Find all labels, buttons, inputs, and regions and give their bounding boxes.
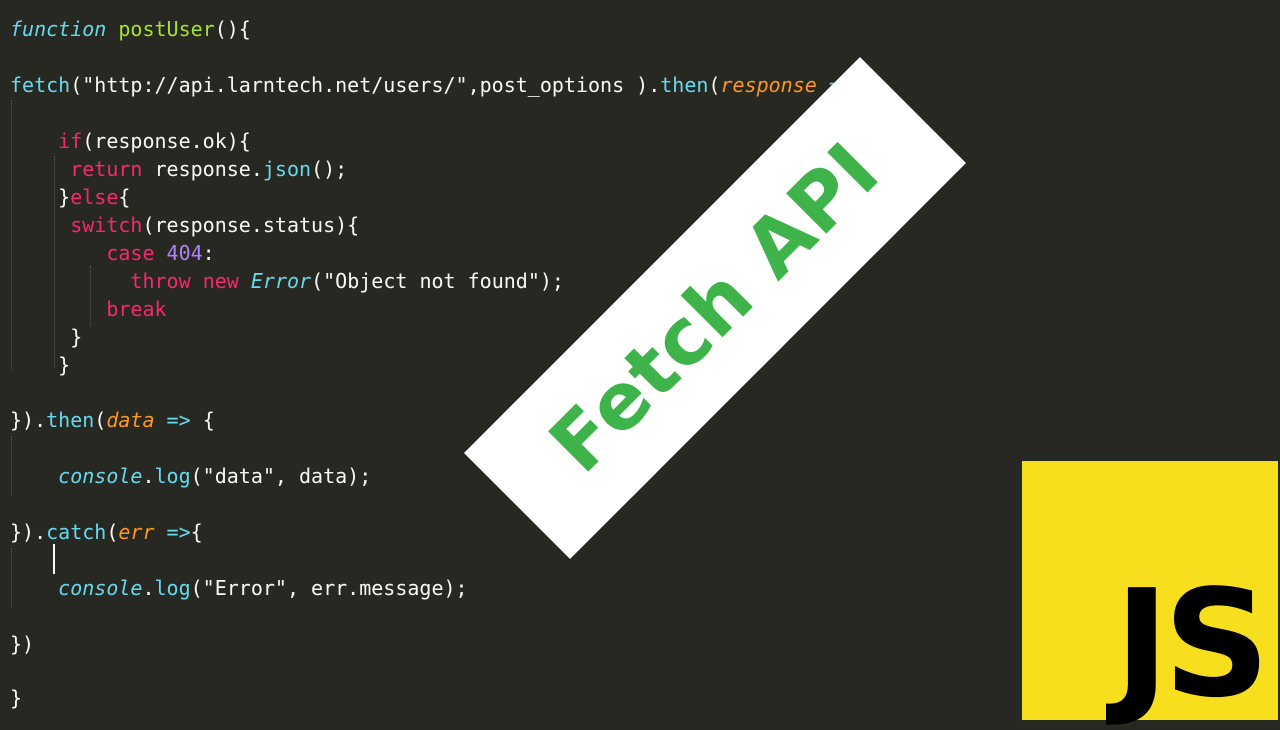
code-token: new [202,269,239,293]
code-token: fetch [10,73,71,97]
code-token: log [154,576,191,600]
code-token: err [118,520,155,544]
code-token: { [190,520,203,544]
code-token: { [202,408,215,432]
code-token: else [70,185,119,209]
code-line[interactable]: case 404: [10,239,215,267]
code-token: : [202,241,215,265]
code-line[interactable]: } [10,323,82,351]
code-token: ( [70,73,83,97]
code-token: (); [311,157,348,181]
code-token: return [70,157,143,181]
text-cursor [53,544,55,574]
code-token: { [118,185,131,209]
code-token: console [58,464,143,488]
code-line[interactable]: console.log("Error", err.message); [10,574,468,602]
code-line[interactable]: function postUser(){ [10,15,251,43]
code-token: log [154,464,191,488]
code-token: if [58,129,83,153]
code-token: } [10,353,71,377]
code-token: response [720,73,817,97]
code-token: ("Object not found"); [311,269,564,293]
code-token: ( [106,520,119,544]
code-token: postUser [118,17,215,41]
code-token: ( [708,73,721,97]
code-token: ( [94,408,107,432]
code-token: => [154,408,203,432]
code-token: } [10,686,23,710]
code-token: "http://api.larntech.net/users/" [82,73,468,97]
code-token: . [142,464,155,488]
code-token: (){ [214,17,251,41]
code-token: throw [130,269,191,293]
code-token: (response.ok){ [82,129,251,153]
code-token: console [58,576,143,600]
code-token: then [46,408,95,432]
code-line[interactable]: switch(response.status){ [10,211,359,239]
code-line[interactable]: return response.json(); [10,155,347,183]
code-token: }). [10,408,47,432]
code-token: . [142,576,155,600]
code-token: ,post_options ). [467,73,661,97]
code-line[interactable]: } [10,351,70,379]
code-line[interactable]: throw new Error("Object not found"); [10,267,564,295]
code-token: Error [250,269,312,293]
code-line[interactable]: break [10,295,167,323]
logo-text: JS [1114,558,1270,730]
code-token: case [106,241,155,265]
code-token: } [10,185,71,209]
code-token: function [10,17,107,41]
code-token: }). [10,520,47,544]
code-token: (response.status){ [142,213,360,237]
code-token: data [106,408,155,432]
code-line[interactable]: }).then(data => { [10,406,215,434]
code-line[interactable]: } [10,684,22,712]
code-token: }) [10,632,35,656]
code-line[interactable]: }) [10,630,34,658]
code-token: switch [70,213,143,237]
code-token: catch [46,520,107,544]
code-token: then [660,73,709,97]
code-token: ("data", data); [190,464,372,488]
code-line[interactable]: fetch("http://api.larntech.net/users/",p… [10,71,877,99]
code-line[interactable]: console.log("data", data); [10,462,371,490]
code-line[interactable]: if(response.ok){ [10,127,251,155]
code-token: json [262,157,312,181]
code-token: => [154,520,191,544]
code-line[interactable]: }).catch(err =>{ [10,518,203,546]
code-token: response. [142,157,263,181]
code-line[interactable]: }else{ [10,183,130,211]
code-token: } [10,325,83,349]
code-token: ("Error", err.message); [190,576,468,600]
code-token: 404 [166,241,203,265]
javascript-logo-icon: JS [1022,461,1278,720]
code-token: break [106,297,167,321]
